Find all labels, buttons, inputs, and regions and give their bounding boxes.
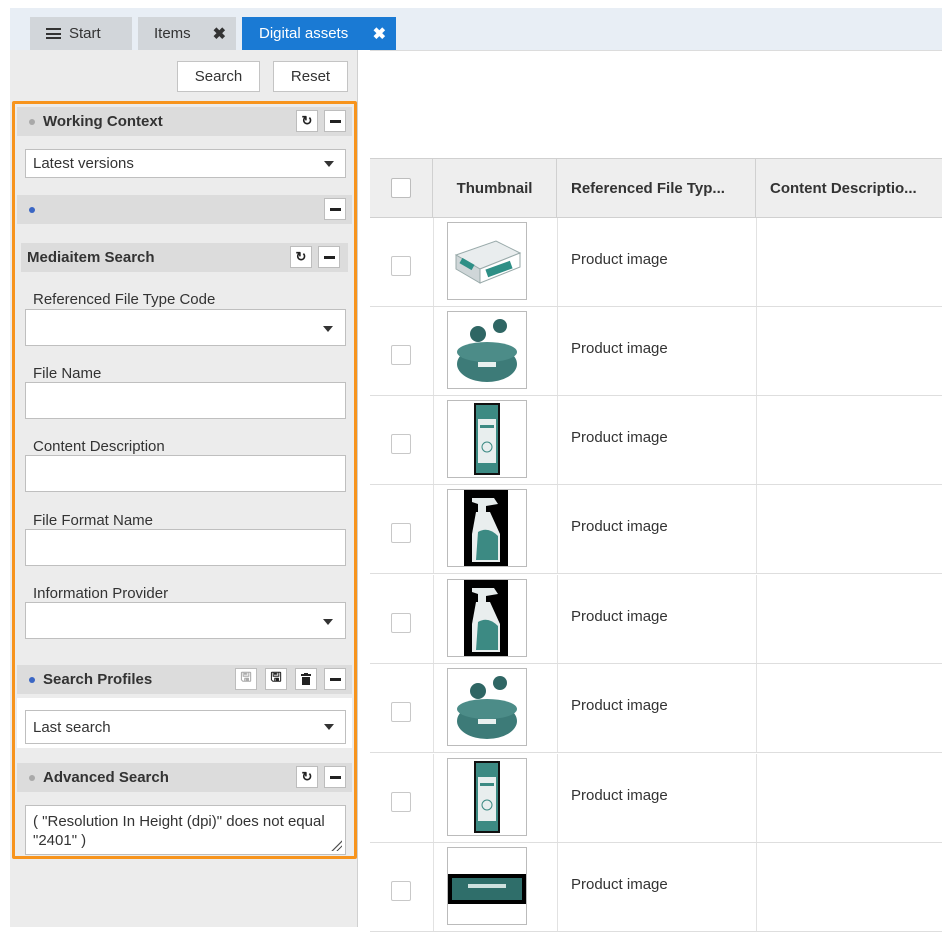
- table-row[interactable]: Product image: [370, 664, 942, 753]
- table-row[interactable]: Product image: [370, 485, 942, 574]
- close-icon[interactable]: ✖: [213, 24, 226, 44]
- file-type-cell: Product image: [571, 251, 668, 268]
- select-all-cell: [370, 159, 433, 217]
- row-checkbox[interactable]: [391, 792, 411, 812]
- grid-header: Thumbnail Referenced File Typ... Content…: [370, 158, 942, 218]
- table-row[interactable]: Product image: [370, 843, 942, 932]
- tab-items[interactable]: Items ✖: [138, 17, 236, 50]
- row-checkbox[interactable]: [391, 523, 411, 543]
- table-row[interactable]: Product image: [370, 575, 942, 664]
- thumbnail-image[interactable]: [447, 400, 527, 478]
- row-checkbox[interactable]: [391, 613, 411, 633]
- thumbnail-image[interactable]: [447, 222, 527, 300]
- row-checkbox[interactable]: [391, 702, 411, 722]
- thumbnail-image[interactable]: [447, 668, 527, 746]
- column-header-file-type[interactable]: Referenced File Typ...: [557, 159, 756, 217]
- thumbnail-image[interactable]: [447, 758, 527, 836]
- column-header-content-description[interactable]: Content Descriptio...: [756, 159, 942, 217]
- menu-icon: [46, 28, 61, 39]
- tab-bar: Start Items ✖ Digital assets ✖: [10, 8, 942, 50]
- reset-button[interactable]: Reset: [273, 61, 348, 92]
- tab-items-label: Items: [154, 25, 191, 42]
- file-type-cell: Product image: [571, 608, 668, 625]
- thumbnail-image[interactable]: [447, 579, 527, 657]
- row-checkbox[interactable]: [391, 256, 411, 276]
- thumbnail-image[interactable]: [447, 489, 527, 567]
- row-checkbox[interactable]: [391, 345, 411, 365]
- highlight-frame: [12, 101, 357, 859]
- file-type-cell: Product image: [571, 697, 668, 714]
- thumbnail-image[interactable]: [447, 311, 527, 389]
- table-row[interactable]: Product image: [370, 307, 942, 396]
- file-type-cell: Product image: [571, 340, 668, 357]
- tab-start[interactable]: Start: [30, 17, 132, 50]
- table-row[interactable]: Product image: [370, 754, 942, 843]
- divider: [370, 50, 942, 51]
- file-type-cell: Product image: [571, 787, 668, 804]
- file-type-cell: Product image: [571, 876, 668, 893]
- select-all-checkbox[interactable]: [391, 178, 411, 198]
- tab-digital-assets-label: Digital assets: [259, 25, 349, 42]
- tab-start-label: Start: [69, 25, 101, 42]
- file-type-cell: Product image: [571, 429, 668, 446]
- table-row[interactable]: Product image: [370, 218, 942, 307]
- table-row[interactable]: Product image: [370, 396, 942, 485]
- tab-digital-assets[interactable]: Digital assets ✖: [242, 17, 396, 50]
- row-checkbox[interactable]: [391, 434, 411, 454]
- thumbnail-image[interactable]: [447, 847, 527, 925]
- row-checkbox[interactable]: [391, 881, 411, 901]
- close-icon[interactable]: ✖: [373, 24, 386, 44]
- file-type-cell: Product image: [571, 518, 668, 535]
- column-header-thumbnail[interactable]: Thumbnail: [433, 159, 557, 217]
- search-button[interactable]: Search: [177, 61, 260, 92]
